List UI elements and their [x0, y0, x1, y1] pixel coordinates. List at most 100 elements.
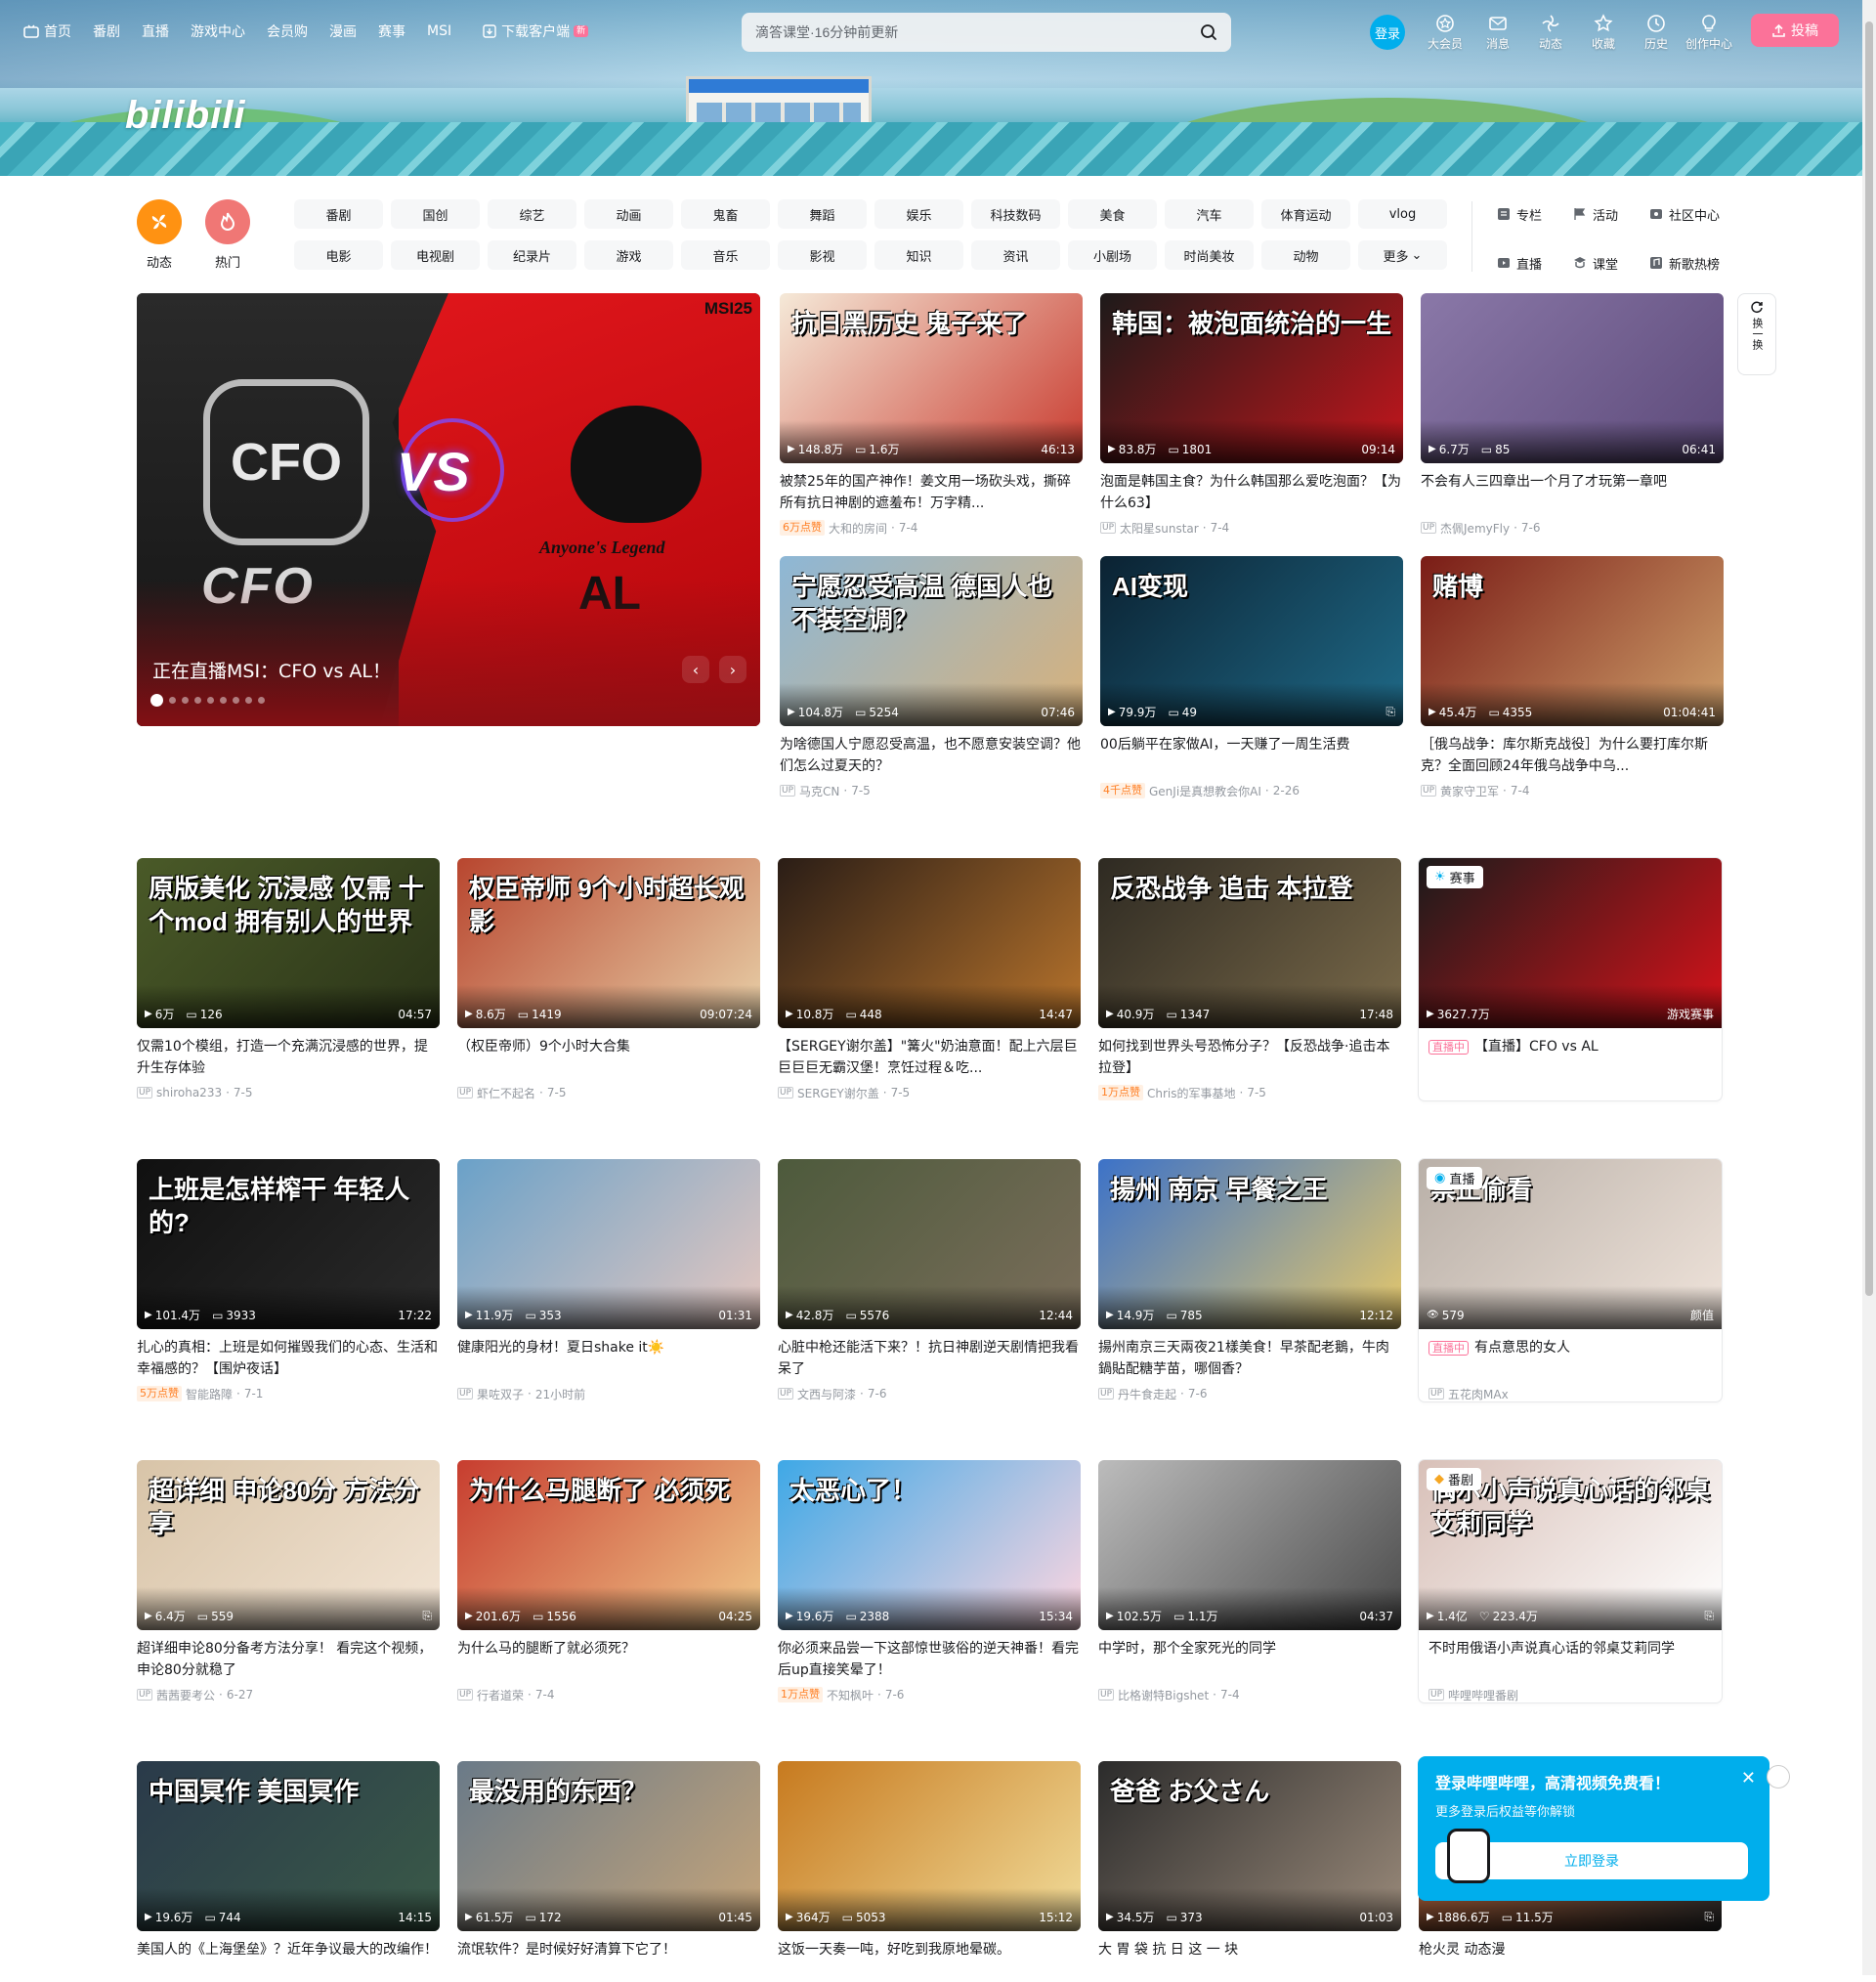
- video-thumbnail[interactable]: ▶ 102.5万 ▭ 1.1万 04:37: [1098, 1460, 1401, 1630]
- carousel-next-button[interactable]: ›: [719, 656, 746, 683]
- video-title[interactable]: 直播中 有点意思的女人: [1419, 1337, 1722, 1380]
- author-name[interactable]: 太阳星sunstar: [1120, 520, 1199, 537]
- video-card[interactable]: 抗日黑历史 鬼子来了 ▶ 148.8万 ▭ 1.6万 46:13 被禁25年的国产神作！姜文…: [780, 293, 1083, 538]
- video-thumbnail[interactable]: 禁止偷看 ◉ 直播 👁 579 颜值: [1419, 1159, 1722, 1329]
- author-name[interactable]: 大和的房间: [829, 520, 887, 537]
- video-card[interactable]: AI变现 ▶ 79.9万 ▭ 49 ⎘ 00后躺平在家做AI，一天赚了一周生活费 4千点赞 Ge…: [1100, 556, 1403, 800]
- video-title[interactable]: 被禁25年的国产神作！姜文用一场砍头戏，撕碎所有抗日神剧的遮羞布！万字精...: [780, 471, 1083, 514]
- channel-tag[interactable]: 影视: [778, 240, 867, 270]
- video-title[interactable]: 超详细申论80分备考方法分享！ 看完这个视频，申论80分就稳了: [137, 1638, 440, 1681]
- video-thumbnail[interactable]: 超详细 申论80分 方法分享 ▶ 6.4万 ▭ 559 ⎘: [137, 1460, 440, 1630]
- video-title[interactable]: 健康阳光的身材！夏日shake it☀️: [457, 1337, 760, 1380]
- video-card[interactable]: 为什么马腿断了 必须死 ▶ 201.6万 ▭ 1556 04:25 为什么马的腿断了就必须死…: [457, 1460, 760, 1704]
- video-thumbnail[interactable]: 权臣帝师 9个小时超长观影 ▶ 8.6万 ▭ 1419 09:07:24: [457, 858, 760, 1028]
- nav-manga[interactable]: 漫画: [329, 22, 357, 41]
- author-name[interactable]: 黄家守卫军: [1440, 783, 1499, 799]
- channel-tag[interactable]: 体育运动: [1261, 199, 1350, 229]
- video-card[interactable]: ▶ 11.9万 ▭ 353 01:31 健康阳光的身材！夏日shake it☀️ UP 果咗双…: [457, 1159, 760, 1403]
- channel-tag[interactable]: 国创: [391, 199, 480, 229]
- carousel-prev-button[interactable]: ‹: [682, 656, 709, 683]
- video-thumbnail[interactable]: 韩国：被泡面统治的一生 ▶ 83.8万 ▭ 1801 09:14: [1100, 293, 1403, 463]
- nav-mall[interactable]: 会员购: [267, 22, 308, 41]
- video-title[interactable]: 中学时，那个全家死光的同学: [1098, 1638, 1401, 1681]
- video-thumbnail[interactable]: 揚州 南京 早餐之王 ▶ 14.9万 ▭ 785 12:12: [1098, 1159, 1401, 1329]
- video-card[interactable]: ▶ 102.5万 ▭ 1.1万 04:37 中学时，那个全家死光的同学 UP 比格谢特Bigs…: [1098, 1460, 1401, 1704]
- side-float-icon[interactable]: [1767, 1765, 1790, 1788]
- video-thumbnail[interactable]: ▶ 364万 ▭ 5053 15:12: [778, 1761, 1081, 1931]
- video-card[interactable]: ▶ 364万 ▭ 5053 15:12 这饭一天奏一吨，好吃到我原地晕碳。: [778, 1761, 1081, 1982]
- video-card[interactable]: 中国冥作 美国冥作 ▶ 19.6万 ▭ 744 14:15 美国人的《上海堡垒》？近年争议最…: [137, 1761, 440, 1982]
- channel-tag[interactable]: 舞蹈: [778, 199, 867, 229]
- video-title[interactable]: 揚州南京三天兩夜21樣美食！早茶配老鵝，牛肉鍋貼配糖芋苗，哪個香？: [1098, 1337, 1401, 1380]
- author-name[interactable]: 哔哩哔哩番剧: [1448, 1687, 1518, 1703]
- channel-tag[interactable]: 科技数码: [971, 199, 1060, 229]
- carousel-dot[interactable]: [233, 697, 239, 704]
- side-link-classroom[interactable]: 课堂: [1573, 248, 1649, 278]
- author-name[interactable]: 智能路障: [186, 1386, 233, 1402]
- video-card[interactable]: 爸爸 お父さん ▶ 34.5万 ▭ 373 01:03 大 胃 袋 抗 日 这 一 块: [1098, 1761, 1401, 1982]
- author-name[interactable]: SERGEY谢尔盖: [797, 1085, 879, 1101]
- refresh-button[interactable]: 换一换: [1737, 293, 1776, 375]
- close-icon[interactable]: ✕: [1741, 1768, 1756, 1788]
- author-name[interactable]: 五花肉MAx: [1448, 1386, 1509, 1402]
- video-title[interactable]: 这饭一天奏一吨，好吃到我原地晕碳。: [778, 1939, 1081, 1982]
- video-thumbnail[interactable]: ▶ 11.9万 ▭ 353 01:31: [457, 1159, 760, 1329]
- video-title[interactable]: 00后躺平在家做AI，一天赚了一周生活费: [1100, 734, 1403, 777]
- side-link-column[interactable]: 专栏: [1497, 199, 1573, 229]
- author-name[interactable]: 比格谢特Bigshet: [1118, 1687, 1209, 1703]
- author-name[interactable]: 茜茜要考公: [156, 1687, 215, 1703]
- video-card[interactable]: ▶ 42.8万 ▭ 5576 12:44 心脏中枪还能活下来？！抗日神剧逆天剧情把我看呆了…: [778, 1159, 1081, 1403]
- video-card[interactable]: ▶ 6.7万 ▭ 85 06:41 不会有人三四章出一个月了才玩第一章吧 UP 杰佩JemyF…: [1421, 293, 1724, 538]
- dynamic-entry[interactable]: 动态: [1524, 14, 1577, 52]
- author-name[interactable]: 丹牛食走起: [1118, 1386, 1176, 1402]
- carousel-dot[interactable]: [182, 697, 189, 704]
- video-title[interactable]: 美国人的《上海堡垒》？近年争议最大的改编作！: [137, 1939, 440, 1982]
- video-title[interactable]: 泡面是韩国主食？为什么韩国那么爱吃泡面？【为什么63】: [1100, 471, 1403, 514]
- video-title[interactable]: 你必须来品尝一下这部惊世骇俗的逆天神番！看完后up直接笑晕了！: [778, 1638, 1081, 1681]
- bilibili-logo[interactable]: bilibili: [125, 94, 246, 138]
- video-card[interactable]: 上班是怎样榨干 年轻人的? ▶ 101.4万 ▭ 3933 17:22 扎心的真相：上班是如…: [137, 1159, 440, 1403]
- author-name[interactable]: shiroha233: [156, 1086, 222, 1099]
- carousel-dot[interactable]: [245, 697, 252, 704]
- video-thumbnail[interactable]: ☀ 赛事 ▶ 3627.7万 游戏赛事: [1419, 858, 1722, 1028]
- author-name[interactable]: 行者道荣: [477, 1687, 524, 1703]
- channel-tag[interactable]: 更多 ⌄: [1358, 240, 1447, 270]
- channel-tag[interactable]: 动物: [1261, 240, 1350, 270]
- login-avatar[interactable]: 登录: [1370, 15, 1405, 50]
- author-name[interactable]: 马克CN: [799, 783, 839, 799]
- video-title[interactable]: 不时用俄语小声说真心话的邻桌艾莉同学: [1419, 1638, 1722, 1681]
- nav-game-center[interactable]: 游戏中心: [191, 22, 245, 41]
- nav-esports[interactable]: 赛事: [378, 22, 405, 41]
- search-icon[interactable]: [1200, 23, 1217, 41]
- carousel-dot[interactable]: [169, 697, 176, 704]
- channel-tag[interactable]: 娱乐: [874, 199, 963, 229]
- carousel-dot[interactable]: [258, 697, 265, 704]
- channel-tag[interactable]: 鬼畜: [681, 199, 770, 229]
- author-name[interactable]: 杰佩JemyFly: [1440, 520, 1510, 537]
- video-thumbnail[interactable]: 中国冥作 美国冥作 ▶ 19.6万 ▭ 744 14:15: [137, 1761, 440, 1931]
- channel-tag[interactable]: 游戏: [584, 240, 673, 270]
- channel-tag[interactable]: vlog: [1358, 199, 1447, 229]
- video-card[interactable]: 偶尔小声说真心话的邻桌艾莉同学 ◆ 番剧 ▶ 1.4亿 ♡ 223.4万 ⎘ 不时用俄语小声说真…: [1419, 1460, 1722, 1702]
- video-thumbnail[interactable]: 原版美化 沉浸感 仅需 十个mod 拥有别人的世界 ▶ 6万 ▭ 126 04:57: [137, 858, 440, 1028]
- nav-live[interactable]: 直播: [142, 22, 169, 41]
- message-entry[interactable]: 消息: [1471, 14, 1524, 52]
- video-title[interactable]: 扎心的真相：上班是如何摧毁我们的心态、生活和幸福感的？【围炉夜话】: [137, 1337, 440, 1380]
- channel-tag[interactable]: 时尚美妆: [1165, 240, 1254, 270]
- author-name[interactable]: 不知枫叶: [827, 1687, 874, 1703]
- video-thumbnail[interactable]: 爸爸 お父さん ▶ 34.5万 ▭ 373 01:03: [1098, 1761, 1401, 1931]
- video-title[interactable]: 枪火灵 动态漫: [1419, 1939, 1722, 1982]
- channel-tag[interactable]: 番剧: [294, 199, 383, 229]
- scrollbar-thumb[interactable]: [1865, 22, 1873, 1296]
- video-card[interactable]: 超详细 申论80分 方法分享 ▶ 6.4万 ▭ 559 ⎘ 超详细申论80分备考方法分享！ …: [137, 1460, 440, 1704]
- nav-msi[interactable]: MSI: [427, 23, 451, 39]
- channel-tag[interactable]: 综艺: [488, 199, 576, 229]
- author-name[interactable]: 文西与阿漆: [797, 1386, 856, 1402]
- channel-tag[interactable]: 电影: [294, 240, 383, 270]
- nav-download-client[interactable]: 下载客户端 新: [483, 22, 589, 41]
- side-link-new-songs[interactable]: 新歌热榜: [1649, 248, 1726, 278]
- video-thumbnail[interactable]: ▶ 10.8万 ▭ 448 14:47: [778, 858, 1081, 1028]
- video-thumbnail[interactable]: ▶ 6.7万 ▭ 85 06:41: [1421, 293, 1724, 463]
- video-card[interactable]: 宁愿忍受高温 德国人也不装空调？ ▶ 104.8万 ▭ 5254 07:46 为啥德国人宁愿…: [780, 556, 1083, 800]
- author-name[interactable]: GenJi是真想教会你AI: [1149, 783, 1261, 799]
